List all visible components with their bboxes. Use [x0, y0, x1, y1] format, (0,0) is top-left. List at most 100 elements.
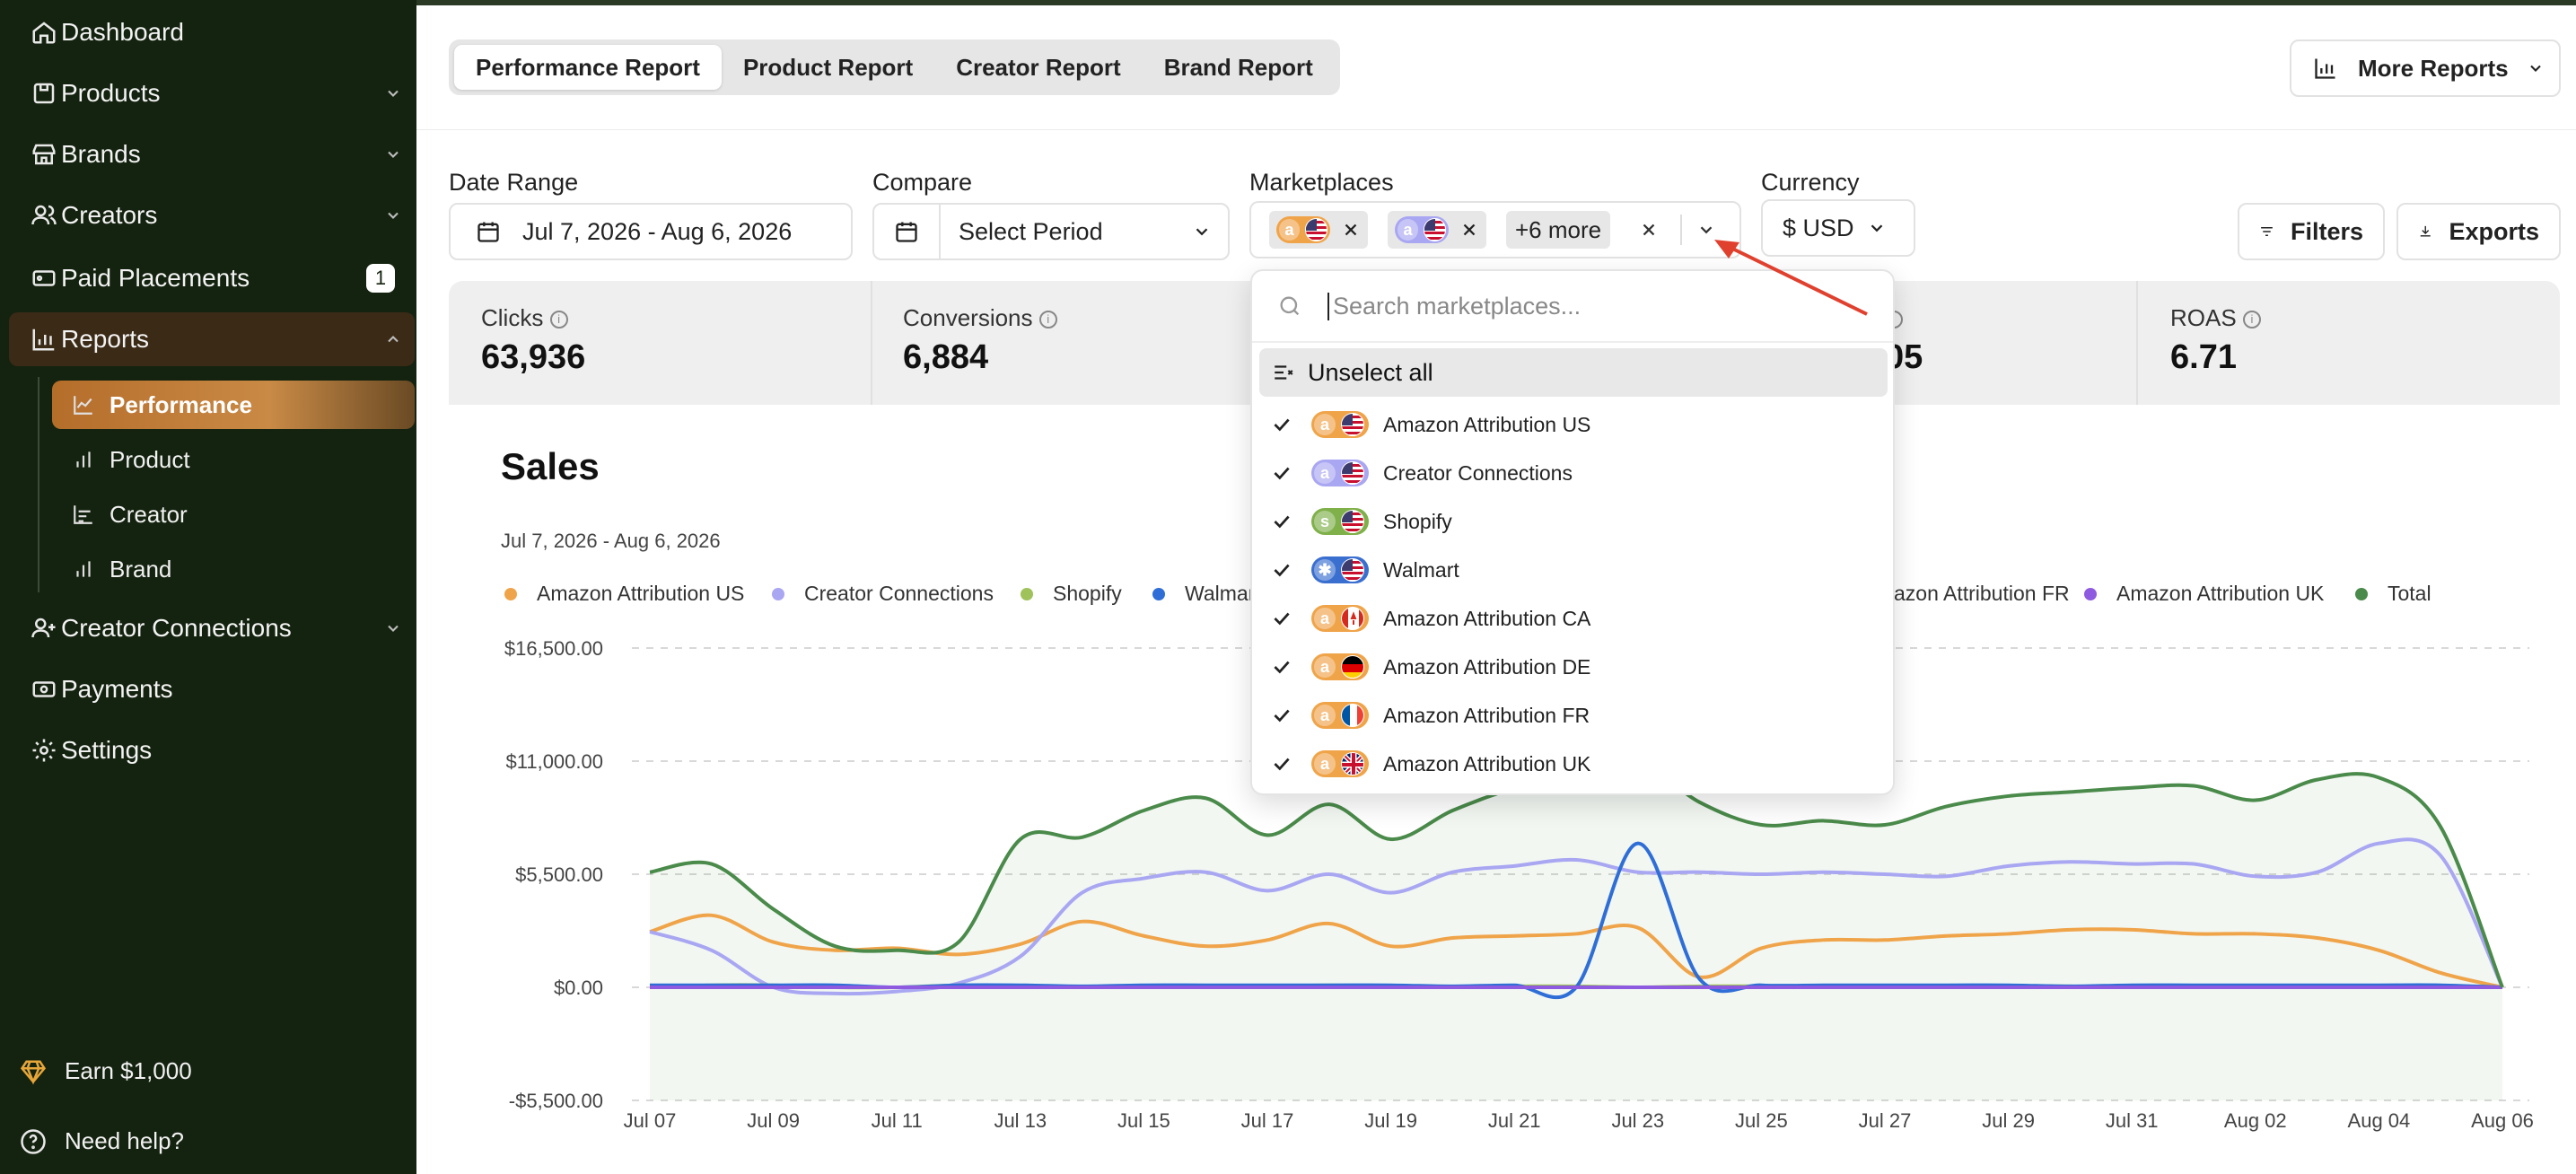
unselect-all-button[interactable]: Unselect all	[1259, 348, 1888, 397]
filters-button-label: Filters	[2290, 217, 2363, 245]
marketplace-option-label: Amazon Attribution UK	[1383, 751, 1591, 775]
download-icon	[2420, 225, 2431, 237]
legend-dot	[1021, 587, 1033, 600]
legend-item[interactable]: Shopify	[1021, 582, 1122, 606]
marketplace-badge-icon: a	[1311, 750, 1369, 777]
report-tabs: Performance Report Product Report Creato…	[449, 39, 1340, 95]
sidebar-subitem-performance[interactable]: Performance	[52, 381, 415, 429]
exports-button-label: Exports	[2449, 217, 2539, 245]
tab-performance-report[interactable]: Performance Report	[454, 45, 722, 90]
legend-item[interactable]: Amazon Attribution US	[504, 582, 744, 606]
chart-title: Sales	[501, 445, 600, 487]
earn-referral-link[interactable]: Earn $1,000	[20, 1057, 192, 1085]
marketplace-option[interactable]: a Amazon Attribution UK	[1270, 741, 1880, 786]
help-icon	[21, 1128, 46, 1154]
marketplace-option[interactable]: ✱ Walmart	[1270, 548, 1880, 592]
legend-item[interactable]: azon Attribution FR	[1894, 582, 2070, 606]
notification-badge: 1	[366, 264, 395, 293]
tag-icon	[32, 270, 56, 286]
legend-item[interactable]: Amazon Attribution UK	[2084, 582, 2324, 606]
marketplace-option[interactable]: a Amazon Attribution US	[1270, 402, 1880, 447]
info-icon[interactable]: i	[1038, 311, 1057, 329]
sidebar-item-settings[interactable]: Settings	[9, 723, 415, 777]
marketplaces-multiselect[interactable]: a a +6 more	[1249, 201, 1741, 258]
sidebar-item-label: Reports	[61, 325, 150, 353]
sidebar-item-creator-connections[interactable]: Creator Connections	[9, 601, 415, 655]
y-tick-label: $11,000.00	[506, 750, 603, 773]
marketplaces-more-chip[interactable]: +6 more	[1506, 211, 1611, 249]
stat-label: Clicks	[481, 304, 544, 331]
compare-calendar-button[interactable]	[874, 205, 941, 258]
exports-button[interactable]: Exports	[2396, 203, 2561, 260]
marketplace-option[interactable]: a Amazon Attribution DE	[1270, 644, 1880, 689]
sidebar-item-label: Creator Connections	[61, 614, 292, 642]
close-icon[interactable]	[1341, 220, 1361, 240]
stat-value: 6.71	[2170, 338, 2237, 376]
help-link[interactable]: Need help?	[20, 1127, 184, 1155]
chevron-down-icon	[388, 90, 399, 97]
check-icon	[1274, 661, 1290, 674]
y-tick-label: $16,500.00	[504, 637, 603, 660]
sidebar-item-products[interactable]: Products	[9, 66, 415, 120]
legend-dot	[772, 587, 784, 600]
sidebar-item-brands[interactable]: Brands	[9, 127, 415, 181]
legend-item[interactable]: Total	[2355, 582, 2431, 606]
date-range-picker[interactable]: Jul 7, 2026 - Aug 6, 2026	[449, 203, 853, 260]
divider	[1680, 215, 1683, 245]
x-tick-label: Jul 19	[1364, 1109, 1417, 1132]
earn-label: Earn $1,000	[65, 1057, 192, 1084]
calendar-icon	[478, 222, 499, 242]
marketplace-option[interactable]: s Shopify	[1270, 499, 1880, 544]
box-icon	[33, 83, 55, 104]
marketplace-badge-icon: ✱	[1311, 556, 1369, 583]
sidebar-item-label: Paid Placements	[61, 264, 250, 292]
search-icon	[1280, 296, 1300, 316]
sidebar-item-creators[interactable]: Creators	[9, 188, 415, 242]
bar-chart-icon	[2315, 58, 2335, 79]
tab-brand-report[interactable]: Brand Report	[1143, 45, 1335, 90]
sidebar-item-payments[interactable]: Payments	[9, 662, 415, 716]
legend-item[interactable]: Creator Connections	[772, 582, 994, 606]
marketplace-badge-icon: a	[1311, 605, 1369, 632]
legend-item[interactable]: Walmar	[1152, 582, 1255, 606]
sidebar-subitem-product[interactable]: Product	[52, 435, 415, 484]
legend-dot	[2084, 587, 2097, 600]
chevron-down-icon	[388, 151, 399, 158]
chevron-down-icon	[2529, 65, 2541, 72]
filter-icon	[2261, 227, 2273, 236]
total-area-fill	[650, 759, 2502, 1100]
user-plus-icon	[31, 618, 56, 638]
x-tick-label: Jul 17	[1241, 1109, 1294, 1132]
submenu-guide-line	[38, 377, 39, 592]
filters-button[interactable]: Filters	[2238, 203, 2385, 260]
marketplaces-label: Marketplaces	[1249, 169, 1394, 196]
tab-creator-report[interactable]: Creator Report	[934, 45, 1142, 90]
close-icon[interactable]	[1459, 220, 1479, 240]
sidebar-item-reports[interactable]: Reports	[9, 312, 415, 366]
clear-icon[interactable]	[1639, 220, 1659, 240]
divider	[416, 129, 2576, 130]
marketplace-option-label: Walmart	[1383, 557, 1459, 582]
x-tick-label: Jul 31	[2106, 1109, 2159, 1132]
sidebar-subitem-brand[interactable]: Brand	[52, 545, 415, 593]
marketplace-option[interactable]: a Amazon Attribution FR	[1270, 693, 1880, 738]
x-tick-label: Jul 21	[1488, 1109, 1541, 1132]
marketplace-option[interactable]: a Creator Connections	[1270, 451, 1880, 495]
marketplace-option[interactable]: a Amazon Attribution CA	[1270, 596, 1880, 641]
sidebar-subitem-creator[interactable]: Creator	[52, 490, 415, 539]
legend-label: Creator Connections	[804, 582, 994, 605]
sidebar-item-paid-placements[interactable]: Paid Placements 1	[9, 251, 415, 305]
x-tick-label: Jul 13	[994, 1109, 1047, 1132]
stat-label: Conversions	[903, 304, 1033, 331]
compare-select[interactable]: Select Period	[872, 203, 1230, 260]
info-icon[interactable]: i	[2242, 311, 2261, 329]
stat-value: 6,884	[903, 338, 989, 376]
bar-chart-icon	[76, 451, 91, 468]
tab-product-report[interactable]: Product Report	[722, 45, 934, 90]
x-tick-label: Jul 07	[624, 1109, 677, 1132]
more-reports-button[interactable]: More Reports	[2290, 39, 2561, 97]
search-input[interactable]: Search marketplaces...	[1327, 292, 1581, 320]
sidebar-subitem-label: Brand	[110, 555, 172, 583]
info-icon[interactable]: i	[549, 311, 568, 329]
sidebar-item-dashboard[interactable]: Dashboard	[9, 5, 415, 59]
